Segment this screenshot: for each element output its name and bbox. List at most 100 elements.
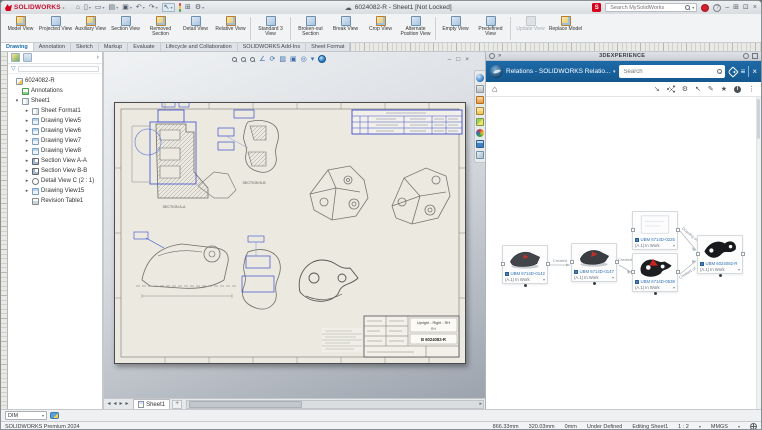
filter-input[interactable] (18, 66, 99, 72)
graphics-area[interactable]: ∠ ⟳ ▧ ▣ ◎ ▾ – □ × (104, 52, 485, 409)
options-button[interactable]: ⚙▾ (195, 4, 204, 11)
model-view-button[interactable]: Model View (3, 15, 38, 42)
restore-button[interactable]: ⊞ (733, 4, 739, 11)
tree-item-annotations[interactable]: Annotations (8, 86, 102, 96)
tree-item-drawing-view6[interactable]: ▸Drawing View6 (8, 126, 102, 136)
node-port-icon[interactable] (593, 282, 596, 285)
sheet-tab[interactable]: Sheet1 (133, 399, 170, 409)
node-port-icon[interactable] (654, 292, 657, 295)
view-palette-icon[interactable] (476, 118, 484, 126)
relation-node-5[interactable]: UBM 6024082-R (A.1) In Work▾ (697, 235, 743, 274)
display-style-button[interactable]: ▣ (290, 56, 297, 63)
save-button[interactable]: ▤▾ (109, 4, 119, 11)
panel-undock-icon[interactable] (752, 53, 758, 59)
home-tab-icon[interactable] (476, 96, 484, 104)
relation-node-1[interactable]: UBM 6714D-01420 (A.1) In Work▾ (502, 245, 548, 284)
expand-icon[interactable]: ▸ (24, 168, 30, 174)
3dexperience-marketplace-icon[interactable] (476, 74, 484, 82)
property-manager-tab-icon[interactable] (23, 53, 32, 62)
zoom-button[interactable] (250, 57, 255, 62)
tab-annotation[interactable]: Annotation (34, 43, 71, 51)
search-input[interactable] (608, 4, 683, 12)
node-expand-icon[interactable]: ▾ (673, 243, 675, 248)
unit-system[interactable]: MMGS (711, 424, 728, 430)
relations-canvas[interactable]: Created Created Drawing of Created of UB… (486, 97, 761, 409)
relative-view-button[interactable]: Relative View (213, 15, 248, 42)
logo-chevron-icon[interactable]: ▸ (63, 5, 65, 10)
tab-drawing[interactable]: Drawing (1, 43, 34, 51)
search-dropdown-icon[interactable]: ▾ (692, 5, 694, 10)
appearances-icon[interactable] (476, 129, 484, 137)
node-name[interactable]: UBM 6714D-02256 (641, 237, 676, 242)
app-switcher-chevron-icon[interactable]: ▾ (613, 69, 616, 75)
doc-close-icon[interactable]: × (465, 56, 469, 63)
expand-icon[interactable]: ▸ (24, 178, 30, 184)
scroll-right-icon[interactable]: ▸ (479, 401, 483, 407)
standard-3-view-button[interactable]: Standard 3 View (253, 15, 288, 42)
3dexperience-sphere-button[interactable] (318, 55, 326, 63)
close-button[interactable]: × (753, 4, 757, 11)
alternate-position-view-button[interactable]: Alternate Position View (398, 15, 433, 42)
zoom-to-fit-button[interactable] (232, 57, 237, 62)
projected-view-button[interactable]: Projected View (38, 15, 73, 42)
tab-lifecycle[interactable]: Lifecycle and Collaboration (161, 43, 238, 51)
solidworks-network-icon[interactable]: S (592, 3, 601, 12)
solidworks-resources-icon[interactable] (476, 85, 484, 93)
user-avatar[interactable] (701, 4, 709, 12)
relation-node-2[interactable]: UBM 6714D-01475 (A.1) In Work▾ (571, 243, 617, 282)
add-sheet-button[interactable]: + (172, 400, 182, 409)
download-icon[interactable]: ↘ (654, 85, 660, 93)
display-settings-button[interactable]: ⊞ (185, 4, 191, 11)
tags-icon[interactable] (727, 66, 738, 77)
file-explorer-icon[interactable] (476, 140, 484, 148)
relations-scrollbar[interactable] (756, 97, 761, 409)
tree-item-section-view-aa[interactable]: ▸Section View A-A (8, 156, 102, 166)
node-expand-icon[interactable]: ▾ (543, 277, 545, 282)
tree-item-drawing-view5[interactable]: ▸Drawing View5 (8, 116, 102, 126)
expand-icon[interactable]: ▸ (24, 148, 30, 154)
tree-item-detail-view-c[interactable]: ▸Detail View C (2 : 1) (8, 176, 102, 186)
tab-markup[interactable]: Markup (99, 43, 128, 51)
node-port-icon[interactable] (719, 274, 722, 277)
new-dropdown-icon[interactable]: ▾ (89, 6, 91, 10)
help-button[interactable]: ? (713, 4, 721, 12)
panel-expand-icon[interactable]: › (97, 54, 99, 61)
tree-item-drawing-view8[interactable]: ▸Drawing View8 (8, 146, 102, 156)
horizontal-scrollbar[interactable]: ▸ (186, 400, 484, 409)
redo-dropdown-icon[interactable]: ▾ (156, 6, 158, 10)
tree-item-section-view-bb[interactable]: ▸Section View B-B (8, 166, 102, 176)
node-name[interactable]: UBM 6024082-R (706, 261, 738, 266)
redraw-button[interactable]: ⟳ (270, 56, 276, 63)
tab-sketch[interactable]: Sketch (71, 43, 99, 51)
view-orientation-button[interactable]: ∠ (259, 56, 265, 63)
search-icon[interactable] (685, 5, 690, 10)
tree-item-sheet-format1[interactable]: ▸Sheet Format1 (8, 106, 102, 116)
section-view-button[interactable]: Section View (108, 15, 143, 42)
hide-show-items-button[interactable]: ◎ (301, 56, 307, 63)
undo-dropdown-icon[interactable]: ▾ (143, 6, 145, 10)
tab-evaluate[interactable]: Evaluate (128, 43, 160, 51)
tree-item-sheet1[interactable]: ▾Sheet1 (8, 96, 102, 106)
panel-pin-icon[interactable] (743, 53, 749, 59)
removed-section-button[interactable]: Removed Section (143, 15, 178, 42)
select-tool-button[interactable]: ↖▾ (162, 3, 175, 12)
node-name[interactable]: UBM 6714D-01475 (580, 269, 615, 274)
crop-view-button[interactable]: Crop View (363, 15, 398, 42)
predefined-view-button[interactable]: Predefined View (473, 15, 508, 42)
rebuild-button[interactable] (179, 3, 182, 12)
tree-root[interactable]: 6024082-R (8, 76, 102, 86)
node-name[interactable]: UBM 6714D-01420 (511, 271, 546, 276)
relation-node-4[interactable]: UBM 6714D-05385 (A.1) In Work▾ (632, 253, 678, 292)
print-button[interactable]: ▣▾ (122, 4, 132, 11)
info-icon[interactable]: i (734, 86, 741, 93)
favorite-star-icon[interactable]: ★ (721, 85, 727, 93)
expand-icon[interactable]: ▸ (24, 118, 30, 124)
break-view-button[interactable]: Break View (328, 15, 363, 42)
broken-out-section-button[interactable]: Broken-out Section (293, 15, 328, 42)
relations-search-icon[interactable] (717, 69, 722, 74)
options-dropdown-icon[interactable]: ▾ (202, 6, 204, 10)
select-dropdown-icon[interactable]: ▾ (170, 6, 172, 10)
new-button[interactable]: ▯▾ (84, 4, 91, 11)
edit-pencil-icon[interactable]: ✎ (708, 85, 714, 93)
tab-sheet-format[interactable]: Sheet Format (306, 43, 350, 51)
